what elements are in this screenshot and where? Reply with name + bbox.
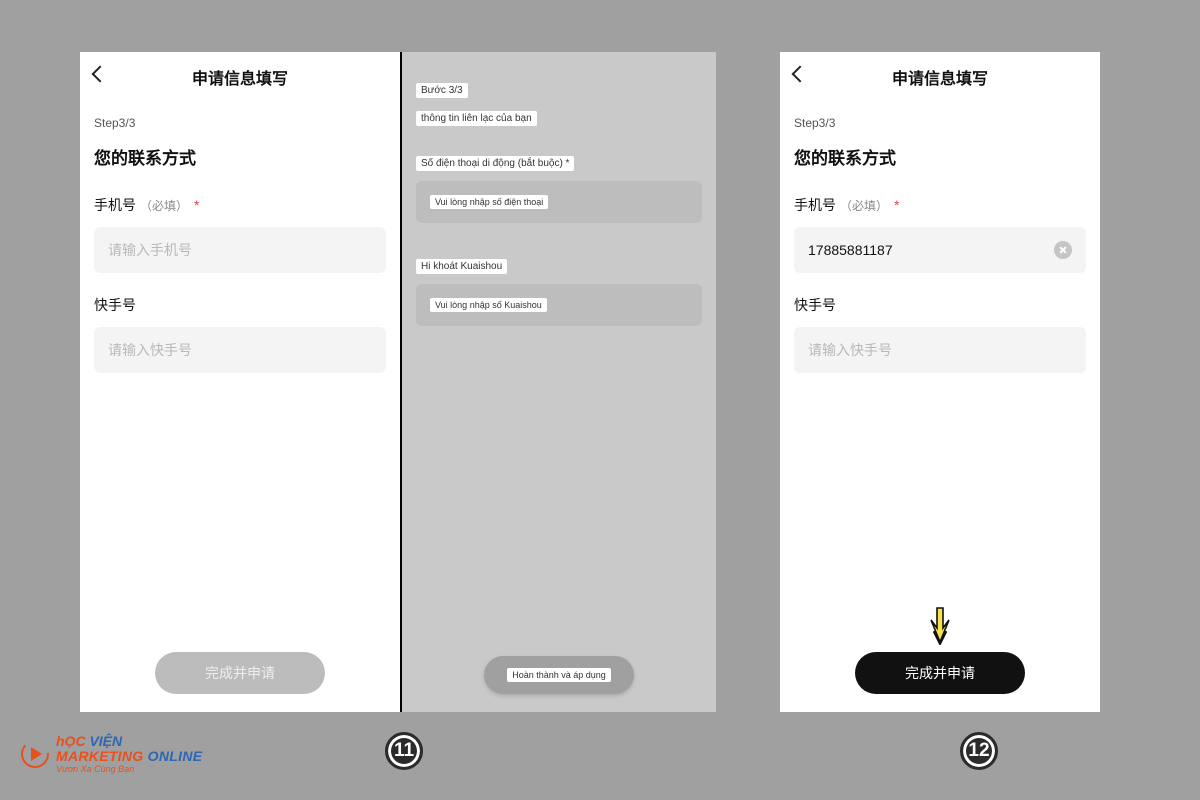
- form-content: Step3/3 您的联系方式 手机号 （必填） * 17885881187 快手…: [780, 102, 1100, 712]
- submit-button[interactable]: Hoàn thành và áp dụng: [484, 656, 634, 694]
- kuaishou-placeholder: Vui lòng nhập số Kuaishou: [430, 298, 547, 312]
- phone-label: 手机号: [794, 195, 836, 215]
- submit-label: 完成并申请: [905, 663, 975, 683]
- kuaishou-label: 快手号: [94, 295, 136, 315]
- step-number-badge: 11: [385, 732, 423, 770]
- phone-placeholder: Vui lòng nhập số điện thoại: [430, 195, 548, 209]
- required-star-icon: *: [194, 197, 199, 213]
- required-star-icon: *: [894, 197, 899, 213]
- logo-text: hỌC VIỆN MARKETING ONLINE Vươn Xa Cùng B…: [56, 734, 202, 774]
- phone-label-row: 手机号 （必填） *: [94, 195, 386, 215]
- form-content: Bước 3/3 thông tin liên lạc của bạn Số đ…: [402, 52, 716, 712]
- back-icon[interactable]: [92, 66, 109, 83]
- submit-area: Hoàn thành và áp dụng: [416, 656, 702, 712]
- phone-label-row: 手机号 （必填） *: [794, 195, 1086, 215]
- section-title: thông tin liên lạc của bạn: [416, 108, 702, 126]
- brand-logo: hỌC VIỆN MARKETING ONLINE Vươn Xa Cùng B…: [20, 734, 202, 774]
- header: 申请信息填写: [780, 52, 1100, 102]
- phone-screen-right: 申请信息填写 Step3/3 您的联系方式 手机号 （必填） * 1788588…: [780, 52, 1100, 712]
- arrow-icon: [927, 606, 953, 646]
- header: 申请信息填写: [80, 52, 400, 102]
- submit-button[interactable]: 完成并申请: [155, 652, 325, 694]
- phone-screen-translated: Bước 3/3 thông tin liên lạc của bạn Số đ…: [400, 52, 720, 712]
- phone-value: 17885881187: [808, 242, 1054, 258]
- section-title: 您的联系方式: [94, 144, 386, 169]
- back-icon[interactable]: [792, 66, 809, 83]
- phone-required-hint: （必填）: [140, 197, 188, 214]
- page-title: 申请信息填写: [892, 65, 988, 89]
- submit-label: Hoàn thành và áp dụng: [507, 668, 611, 682]
- phone-placeholder: 请输入手机号: [108, 240, 192, 260]
- phone-input[interactable]: 请输入手机号: [94, 227, 386, 273]
- phone-label: Số điện thoại di động (bắt buộc) *: [416, 156, 702, 171]
- step-indicator: Step3/3: [794, 116, 1086, 130]
- section-title: 您的联系方式: [794, 144, 1086, 169]
- submit-button[interactable]: 完成并申请: [855, 652, 1025, 694]
- step-indicator: Step3/3: [94, 116, 386, 130]
- kuaishou-input[interactable]: 请输入快手号: [794, 327, 1086, 373]
- kuaishou-input[interactable]: Vui lòng nhập số Kuaishou: [416, 284, 702, 326]
- logo-icon: [20, 737, 50, 771]
- kuaishou-placeholder: 请输入快手号: [108, 340, 192, 360]
- submit-label: 完成并申请: [205, 663, 275, 683]
- phone-input[interactable]: Vui lòng nhập số điện thoại: [416, 181, 702, 223]
- clear-icon[interactable]: [1054, 241, 1072, 259]
- submit-area: 完成并申请: [794, 652, 1086, 712]
- kuaishou-label: 快手号: [794, 295, 836, 315]
- kuaishou-label-row: 快手号: [94, 295, 386, 315]
- kuaishou-label-row: 快手号: [794, 295, 1086, 315]
- phone-required-hint: （必填）: [840, 197, 888, 214]
- submit-area: 完成并申请: [94, 652, 386, 712]
- phone-label: 手机号: [94, 195, 136, 215]
- step-indicator: Bước 3/3: [416, 80, 702, 98]
- phone-input[interactable]: 17885881187: [794, 227, 1086, 273]
- form-content: Step3/3 您的联系方式 手机号 （必填） * 请输入手机号 快手号 请输入…: [80, 102, 400, 712]
- step-number-badge: 12: [960, 732, 998, 770]
- kuaishou-placeholder: 请输入快手号: [808, 340, 892, 360]
- kuaishou-input[interactable]: 请输入快手号: [94, 327, 386, 373]
- kuaishou-label: Hi khoát Kuaishou: [416, 259, 702, 274]
- phone-screen-left: 申请信息填写 Step3/3 您的联系方式 手机号 （必填） * 请输入手机号 …: [80, 52, 400, 712]
- page-title: 申请信息填写: [192, 65, 288, 89]
